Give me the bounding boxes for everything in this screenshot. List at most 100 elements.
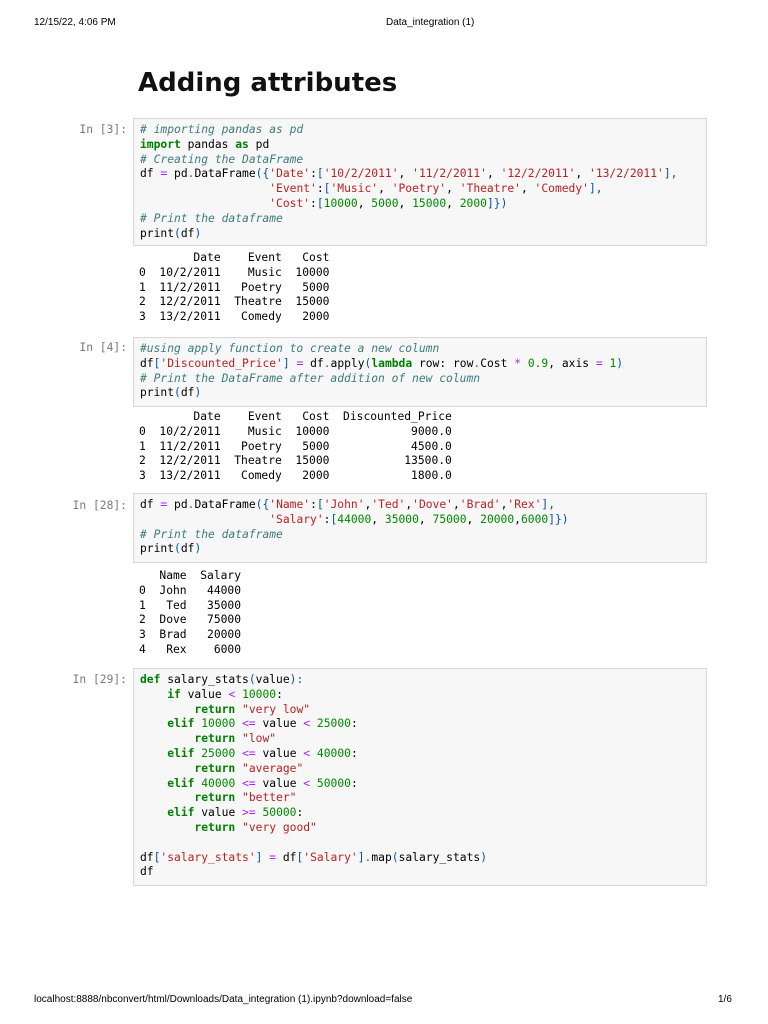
code-token: = — [595, 356, 603, 370]
code-token: 'Ted' — [371, 498, 406, 511]
code-token: 'Brad' — [459, 498, 501, 511]
code-token: , — [371, 512, 385, 526]
output-line: 2 12/2/2011 Theatre 15000 13500.0 — [139, 454, 452, 468]
code-token: * — [514, 356, 522, 370]
code-token: ) — [194, 226, 202, 240]
code-token: print — [140, 542, 175, 556]
code-line: print(df) — [140, 227, 706, 242]
code-line: elif 25000 <= value < 40000: — [140, 747, 706, 762]
code-token: : — [350, 746, 358, 760]
code-cell[interactable]: # importing pandas as pd import pandas as… — [133, 118, 707, 246]
code-token: 25000 — [201, 746, 236, 760]
section-heading: Adding attributes — [138, 68, 398, 98]
code-cell[interactable]: df = pd.DataFrame({'Name':['John','Ted',… — [133, 493, 707, 563]
code-token: 50000 — [316, 776, 351, 790]
code-token: ( — [174, 226, 181, 240]
code-token: 'Discounted_Price' — [160, 356, 283, 370]
code-token: # Print the dataframe — [140, 211, 283, 225]
code-line: # Print the dataframe — [140, 528, 706, 543]
code-input[interactable]: df = pd.DataFrame({'Name':['John','Ted',… — [140, 498, 706, 557]
cell-output: Date Event Cost Discounted_Price 0 10/2/2… — [139, 410, 452, 484]
code-token: [ — [316, 498, 324, 511]
code-token: 'Music' — [330, 182, 379, 196]
code-token: #using apply function to create a new co… — [140, 342, 440, 355]
code-token: pd — [167, 498, 188, 511]
code-input[interactable]: #using apply function to create a new co… — [140, 342, 706, 401]
output-line: 0 John 44000 — [139, 583, 242, 597]
code-token: 10000 — [201, 717, 236, 731]
code-token: 40000 — [316, 746, 351, 760]
code-token: import — [140, 137, 181, 151]
code-token: "very low" — [242, 702, 311, 716]
code-token: df — [140, 498, 161, 511]
code-line: return "very low" — [140, 703, 706, 718]
code-token: map — [371, 850, 392, 864]
code-line: elif 10000 <= value < 25000: — [140, 717, 706, 732]
output-line: Date Event Cost — [139, 251, 330, 264]
code-token: , — [575, 167, 590, 181]
code-token: value — [180, 687, 229, 701]
output-line: 3 13/2/2011 Comedy 2000 — [139, 310, 330, 324]
code-token: 50000 — [262, 806, 297, 820]
output-line: Date Event Cost Discounted_Price — [139, 410, 452, 423]
code-token: '11/2/2011' — [412, 167, 487, 181]
code-token: , — [514, 512, 521, 526]
code-token: 10000 — [323, 196, 358, 210]
code-line: # Print the DataFrame after addition of … — [140, 372, 706, 387]
code-line: 'Cost':[10000, 5000, 15000, 2000]}) — [140, 197, 706, 212]
code-token: df — [140, 356, 154, 370]
code-line: import pandas as pd — [140, 138, 706, 153]
code-token: 'Event' — [269, 182, 317, 196]
code-line: return "very good" — [140, 821, 706, 836]
code-line: #using apply function to create a new co… — [140, 342, 706, 357]
code-token: [ — [316, 167, 324, 181]
code-token: : — [310, 498, 317, 511]
code-token: value — [255, 746, 304, 760]
code-token: return — [194, 761, 236, 775]
code-cell[interactable]: def salary_stats(value): if value < 1000… — [133, 668, 707, 886]
code-token: , — [378, 182, 392, 196]
code-input[interactable]: # importing pandas as pd import pandas as… — [140, 123, 706, 241]
code-token: '12/2/2011' — [500, 167, 576, 181]
code-token: , — [452, 498, 460, 511]
code-token: DataFrame — [194, 167, 256, 181]
code-line: return "low" — [140, 732, 706, 747]
code-line: 'Event':['Music', 'Poetry', 'Theatre', '… — [140, 182, 706, 197]
output-line: 2 12/2/2011 Theatre 15000 — [139, 295, 330, 309]
code-token: 'Comedy' — [534, 182, 589, 196]
code-token: ({ — [255, 498, 270, 511]
cell-output: Name Salary 0 John 44000 1 Ted 35000 2 Dove… — [139, 569, 241, 658]
code-token: , — [418, 512, 433, 526]
code-token: '10/2/2011' — [323, 167, 399, 181]
code-token: apply — [330, 356, 365, 370]
code-token: # importing pandas as pd — [140, 123, 304, 136]
code-token: df — [140, 865, 154, 879]
code-token: 'Cost' — [269, 196, 311, 210]
cell-prompt: In [29]: — [72, 673, 127, 686]
code-token: def — [140, 673, 161, 686]
code-token: '13/2/2011' — [589, 167, 664, 181]
code-token: , — [398, 167, 413, 181]
code-line: elif value >= 50000: — [140, 806, 706, 821]
code-token: df — [180, 542, 195, 556]
code-token: ) — [480, 850, 487, 864]
code-token: value — [255, 776, 304, 790]
code-token: value — [255, 717, 304, 731]
code-token: return — [194, 702, 236, 716]
code-token: 15000 — [412, 196, 447, 210]
code-input[interactable]: def salary_stats(value): if value < 1000… — [140, 673, 706, 880]
code-token: # Print the DataFrame after addition of … — [140, 371, 481, 385]
code-cell[interactable]: #using apply function to create a new co… — [133, 337, 707, 407]
output-line: 1 11/2/2011 Poetry 5000 — [139, 280, 330, 294]
